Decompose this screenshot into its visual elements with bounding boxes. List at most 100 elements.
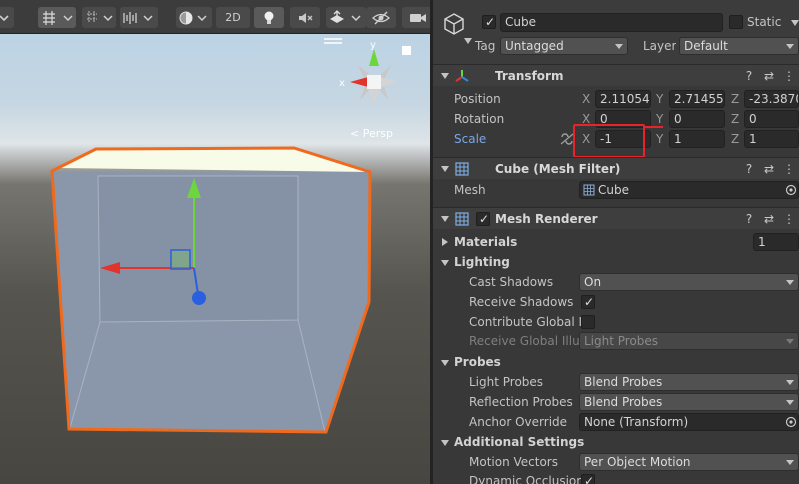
position-z-field[interactable]: -23.3870 [744,90,799,108]
layer-dropdown[interactable]: Default [679,37,799,55]
foldout-arrow-icon[interactable] [442,238,448,246]
scene-viewport[interactable]: x y < Persp [0,34,430,484]
rotation-y-axis-label[interactable]: Y [656,112,663,126]
scale-y-field[interactable]: 1 [669,130,725,148]
presets-icon[interactable]: ⇄ [761,211,777,227]
snap-grid-button[interactable] [38,7,76,28]
cast-shadows-row: Cast Shadows On [433,272,799,292]
more-options-icon[interactable]: ⋮ [781,68,797,84]
anchor-override-field[interactable]: None (Transform) [579,413,799,431]
static-dropdown-arrow-icon[interactable] [791,20,799,26]
tag-dropdown[interactable]: Untagged [500,37,628,55]
lighting-row[interactable]: Lighting [433,252,799,272]
receive-shadows-row: Receive Shadows ✓ [433,292,799,312]
chevron-down-icon [786,44,794,49]
light-probes-value: Blend Probes [584,375,663,389]
lock-icon[interactable] [402,46,411,55]
foldout-arrow-icon[interactable] [441,260,449,266]
checkmark-icon: ✓ [584,474,595,484]
foldout-arrow-icon[interactable] [441,166,449,172]
foldout-arrow-icon[interactable] [441,360,449,366]
cast-shadows-dropdown[interactable]: On [579,273,799,291]
object-picker-icon[interactable] [785,416,797,428]
scene-menu-icon[interactable] [324,38,342,44]
position-y-field[interactable]: 2.714551 [669,90,725,108]
grid-snap-icon [43,10,73,25]
light-probes-label: Light Probes [469,375,544,389]
mesh-value: Cube [598,183,629,197]
camera-button[interactable] [402,7,430,28]
transform-header[interactable]: Transform ? ⇄ ⋮ [433,64,799,86]
chevron-down-icon [786,339,794,344]
mesh-object-field[interactable]: Cube [579,181,799,199]
help-icon[interactable]: ? [741,211,757,227]
render-mode-button[interactable] [120,7,158,28]
object-header: ✓ Cube Static Tag Untagged Layer Default [433,0,799,64]
receive-shadows-checkbox[interactable]: ✓ [581,295,595,309]
toolbar-dropdown-button[interactable] [0,7,14,28]
position-x-axis-label[interactable]: X [582,92,590,106]
lighting-label: Lighting [454,255,510,269]
help-icon[interactable]: ? [741,68,757,84]
more-options-icon[interactable]: ⋮ [781,211,797,227]
camera-icon [410,13,426,22]
static-checkbox[interactable] [729,15,743,29]
dynamic-occlusion-checkbox[interactable]: ✓ [581,474,595,484]
reflection-probes-dropdown[interactable]: Blend Probes [579,393,799,411]
checkmark-icon: ✓ [479,212,490,226]
rotation-y-field[interactable]: 0 [669,110,725,128]
object-picker-icon[interactable] [785,184,797,196]
presets-icon[interactable]: ⇄ [761,68,777,84]
reflection-probes-row: Reflection Probes Blend Probes [433,392,799,412]
scale-z-field[interactable]: 1 [744,130,799,148]
increment-snap-button[interactable] [82,7,116,28]
inspector-panel: ✓ Cube Static Tag Untagged Layer Default… [430,0,799,484]
scene-visibility-button[interactable] [366,7,396,28]
active-checkbox[interactable]: ✓ [482,15,496,29]
foldout-arrow-icon[interactable] [441,440,449,446]
tag-value: Untagged [505,39,564,53]
receive-gi-label: Receive Global Illun [469,334,579,348]
rotation-z-field[interactable]: 0 [744,110,799,128]
icon-dropdown-arrow-icon[interactable] [464,38,472,44]
materials-count-field[interactable]: 1 [753,233,799,251]
mesh-renderer-header[interactable]: ✓ Mesh Renderer ? ⇄ ⋮ [433,207,799,229]
audio-toggle-button[interactable] [290,7,320,28]
presets-icon[interactable]: ⇄ [761,161,777,177]
scale-z-axis-label[interactable]: Z [731,132,739,146]
mesh-renderer-enabled-checkbox[interactable]: ✓ [476,212,490,226]
additional-settings-row[interactable]: Additional Settings [433,432,799,452]
chevron-down-icon [786,460,794,465]
foldout-arrow-icon[interactable] [441,216,449,222]
lighting-toggle-button[interactable] [254,7,284,28]
rotation-z-axis-label[interactable]: Z [731,112,739,126]
materials-row[interactable]: Materials 1 [433,232,799,252]
position-x-field[interactable]: 2.110544 [595,90,651,108]
shading-mode-button[interactable] [176,7,212,28]
gizmo-plane-handle[interactable] [170,249,191,270]
gizmo-z-handle-icon[interactable] [192,291,206,305]
help-icon[interactable]: ? [741,161,757,177]
2d-mode-button[interactable]: 2D [216,7,250,28]
persp-label[interactable]: < Persp [350,127,393,140]
position-y-axis-label[interactable]: Y [656,92,663,106]
mesh-filter-header[interactable]: Cube (Mesh Filter) ? ⇄ ⋮ [433,157,799,179]
position-z-axis-label[interactable]: Z [731,92,739,106]
mesh-renderer-title: Mesh Renderer [495,212,598,226]
effects-button[interactable] [326,7,366,28]
more-options-icon[interactable]: ⋮ [781,161,797,177]
contribute-gi-checkbox[interactable] [581,315,595,329]
audio-bars-icon [123,11,153,24]
object-name-input[interactable]: Cube [500,13,723,32]
light-probes-dropdown[interactable]: Blend Probes [579,373,799,391]
grid-dotted-icon [87,10,113,23]
orientation-gizmo[interactable]: x y [339,40,398,107]
scale-label: Scale [454,132,487,146]
layer-label: Layer [643,39,677,53]
motion-vectors-dropdown[interactable]: Per Object Motion [579,453,799,471]
scale-y-axis-label[interactable]: Y [656,132,663,146]
probes-row[interactable]: Probes [433,352,799,372]
foldout-arrow-icon[interactable] [441,73,449,79]
checkmark-icon: ✓ [584,295,595,309]
gizmo-y-label: y [370,40,376,51]
